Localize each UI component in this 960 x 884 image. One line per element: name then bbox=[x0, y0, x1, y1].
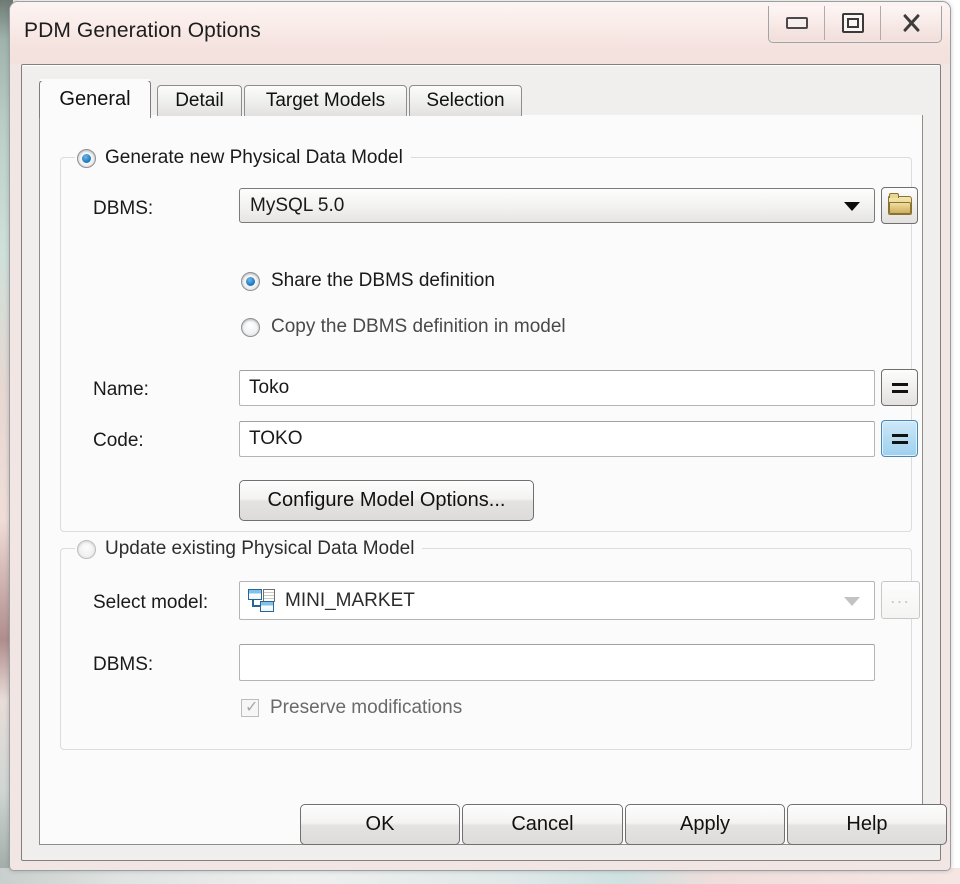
close-button[interactable] bbox=[881, 6, 941, 40]
code-equals-button[interactable] bbox=[881, 420, 918, 457]
copy-dbms-definition-radio[interactable] bbox=[241, 317, 260, 337]
cancel-button-label: Cancel bbox=[511, 813, 574, 835]
generate-new-pdm-legend[interactable]: Generate new Physical Data Model bbox=[75, 145, 411, 171]
preserve-modifications-option[interactable]: ✓ Preserve modifications bbox=[241, 697, 462, 719]
select-model-browse-button[interactable]: ... bbox=[881, 581, 920, 619]
tab-detail[interactable]: Detail bbox=[157, 85, 242, 116]
apply-button-label: Apply bbox=[679, 813, 731, 835]
copy-dbms-definition-label: Copy the DBMS definition in model bbox=[271, 316, 566, 337]
name-value: Toko bbox=[249, 377, 290, 398]
share-dbms-definition-radio[interactable] bbox=[241, 271, 260, 291]
minimize-button[interactable] bbox=[769, 6, 825, 40]
ellipsis-icon: ... bbox=[890, 587, 911, 607]
update-dbms-label: DBMS: bbox=[93, 654, 154, 675]
share-dbms-definition-option[interactable]: Share the DBMS definition bbox=[241, 270, 495, 292]
check-icon: ✓ bbox=[245, 699, 259, 716]
configure-model-options-button[interactable]: Configure Model Options... bbox=[239, 480, 534, 521]
preserve-modifications-label: Preserve modifications bbox=[270, 697, 463, 718]
dbms-browse-button[interactable] bbox=[881, 187, 918, 224]
ok-button[interactable]: OK bbox=[300, 804, 460, 845]
tab-bar: General Detail Target Models Selection bbox=[39, 79, 923, 118]
update-dbms-input[interactable] bbox=[239, 644, 875, 681]
name-label: Name: bbox=[93, 379, 149, 400]
code-value: TOKO bbox=[249, 428, 303, 449]
tab-detail-label: Detail bbox=[175, 90, 224, 111]
window-title: PDM Generation Options bbox=[24, 19, 261, 42]
desktop-bottom-edge bbox=[0, 868, 960, 884]
tab-target-models-label: Target Models bbox=[265, 90, 386, 111]
generate-new-pdm-group: Generate new Physical Data Model DBMS: M… bbox=[60, 145, 918, 532]
chevron-down-icon bbox=[844, 201, 860, 211]
tab-general-label: General bbox=[59, 88, 131, 110]
code-label: Code: bbox=[93, 430, 144, 451]
minimize-icon bbox=[785, 17, 808, 29]
share-dbms-definition-label: Share the DBMS definition bbox=[271, 270, 495, 291]
title-bar[interactable]: PDM Generation Options bbox=[10, 2, 950, 64]
select-model-value: MINI_MARKET bbox=[285, 589, 415, 611]
active-tab-seam bbox=[40, 79, 150, 81]
update-existing-pdm-radio[interactable] bbox=[77, 539, 96, 559]
window-controls bbox=[768, 6, 942, 43]
restore-button[interactable] bbox=[825, 6, 881, 40]
name-input[interactable]: Toko bbox=[239, 370, 875, 406]
apply-button[interactable]: Apply bbox=[625, 804, 785, 845]
code-input[interactable]: TOKO bbox=[239, 421, 875, 457]
tab-general[interactable]: General bbox=[39, 80, 151, 118]
dbms-combobox[interactable]: MySQL 5.0 bbox=[239, 188, 875, 223]
cancel-button[interactable]: Cancel bbox=[462, 804, 623, 845]
preserve-modifications-checkbox[interactable]: ✓ bbox=[241, 699, 259, 717]
dbms-value: MySQL 5.0 bbox=[250, 194, 345, 216]
update-existing-pdm-label: Update existing Physical Data Model bbox=[105, 538, 415, 559]
physical-data-model-icon bbox=[248, 588, 276, 613]
close-icon bbox=[900, 12, 922, 34]
tab-selection[interactable]: Selection bbox=[409, 85, 522, 116]
pdm-generation-options-dialog: PDM Generation Options General Detail Ta… bbox=[10, 2, 950, 870]
copy-dbms-definition-option[interactable]: Copy the DBMS definition in model bbox=[241, 316, 566, 338]
dbms-label: DBMS: bbox=[93, 198, 154, 219]
update-existing-pdm-group: Update existing Physical Data Model Sele… bbox=[60, 536, 920, 750]
equals-icon bbox=[891, 433, 908, 444]
equals-icon bbox=[891, 382, 908, 393]
help-button[interactable]: Help bbox=[787, 804, 947, 845]
select-model-label: Select model: bbox=[93, 592, 209, 613]
ok-button-label: OK bbox=[365, 813, 395, 835]
configure-model-options-label: Configure Model Options... bbox=[267, 489, 506, 511]
generate-new-pdm-radio[interactable] bbox=[77, 148, 96, 168]
tab-selection-label: Selection bbox=[426, 90, 505, 111]
folder-icon bbox=[887, 193, 912, 215]
name-equals-button[interactable] bbox=[881, 369, 918, 406]
chevron-down-icon bbox=[844, 596, 860, 606]
restore-icon bbox=[841, 13, 864, 33]
help-button-label: Help bbox=[846, 813, 888, 835]
select-model-combobox[interactable]: MINI_MARKET bbox=[239, 581, 875, 620]
update-existing-pdm-legend[interactable]: Update existing Physical Data Model bbox=[75, 536, 423, 562]
tab-target-models[interactable]: Target Models bbox=[244, 85, 407, 116]
dialog-client-area: General Detail Target Models Selection G… bbox=[21, 64, 941, 861]
generate-new-pdm-label: Generate new Physical Data Model bbox=[105, 147, 403, 168]
